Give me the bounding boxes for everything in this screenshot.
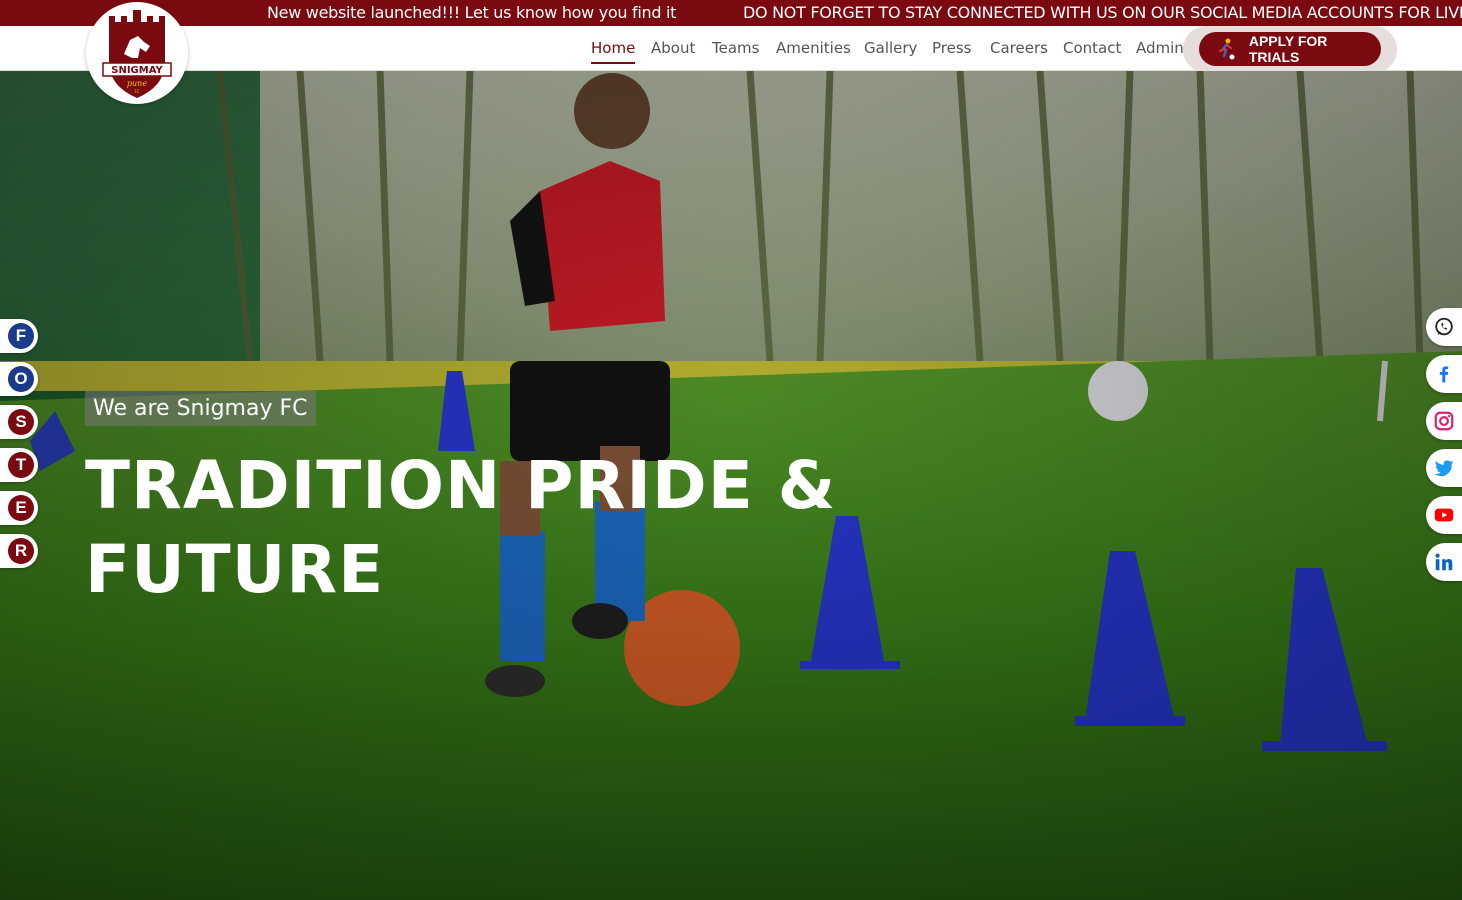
announcement-ticker: New website launched!!! Let us know how …: [0, 0, 1462, 26]
side-letter: T: [8, 452, 34, 478]
twitter-icon[interactable]: [1426, 449, 1462, 487]
nav-careers[interactable]: Careers: [990, 39, 1048, 57]
youtube-icon[interactable]: [1426, 496, 1462, 534]
main-navbar: Home About Teams Amenities Gallery Press…: [0, 26, 1462, 73]
nav-home[interactable]: Home: [591, 39, 636, 64]
hero-headline-line-2: FUTURE: [85, 531, 385, 608]
hero-headline: TRADITION PRIDE & FUTURE: [85, 444, 836, 612]
logo-fc: FC: [134, 89, 139, 94]
nav-teams[interactable]: Teams: [712, 39, 759, 57]
facebook-icon[interactable]: [1426, 355, 1462, 393]
side-letter-tab[interactable]: T: [0, 448, 38, 482]
apply-trials-wrapper: APPLY FOR TRIALS: [1183, 26, 1397, 73]
nav-admin[interactable]: Admin: [1136, 39, 1184, 57]
logo-name: SNIGMAY: [111, 65, 163, 76]
side-letter: F: [8, 323, 34, 349]
side-letter-tab[interactable]: S: [0, 405, 38, 439]
apply-for-trials-label: APPLY FOR TRIALS: [1248, 33, 1328, 65]
hero-section: We are Snigmay FC TRADITION PRIDE & FUTU…: [0, 71, 1462, 900]
side-letter: E: [8, 495, 34, 521]
hero-tagline: We are Snigmay FC: [85, 391, 316, 426]
snigmay-logo[interactable]: SNIGMAY pune FC: [86, 2, 188, 104]
side-letter: S: [8, 409, 34, 435]
nav-press[interactable]: Press: [932, 39, 971, 57]
nav-amenities[interactable]: Amenities: [776, 39, 851, 57]
side-letter: R: [8, 538, 34, 564]
side-letter-tab[interactable]: O: [0, 362, 38, 396]
apply-for-trials-button[interactable]: APPLY FOR TRIALS: [1199, 32, 1381, 66]
logo-sub: pune: [127, 79, 147, 88]
side-letter-tab[interactable]: F: [0, 319, 38, 353]
footballer-icon: [1213, 36, 1239, 62]
social-links: [1426, 308, 1462, 590]
whatsapp-icon[interactable]: [1426, 308, 1462, 346]
side-letters: F O S T E R: [0, 319, 38, 577]
nav-about[interactable]: About: [651, 39, 695, 57]
nav-contact[interactable]: Contact: [1063, 39, 1121, 57]
linkedin-icon[interactable]: [1426, 543, 1462, 581]
instagram-icon[interactable]: [1426, 402, 1462, 440]
nav-gallery[interactable]: Gallery: [864, 39, 917, 57]
hero-headline-line-1: TRADITION PRIDE &: [85, 447, 837, 524]
side-letter-tab[interactable]: R: [0, 534, 38, 568]
ticker-message-1: New website launched!!! Let us know how …: [267, 3, 677, 22]
side-letter-tab[interactable]: E: [0, 491, 38, 525]
ticker-message-2: DO NOT FORGET TO STAY CONNECTED WITH US …: [743, 3, 1462, 22]
side-letter: O: [8, 366, 34, 392]
